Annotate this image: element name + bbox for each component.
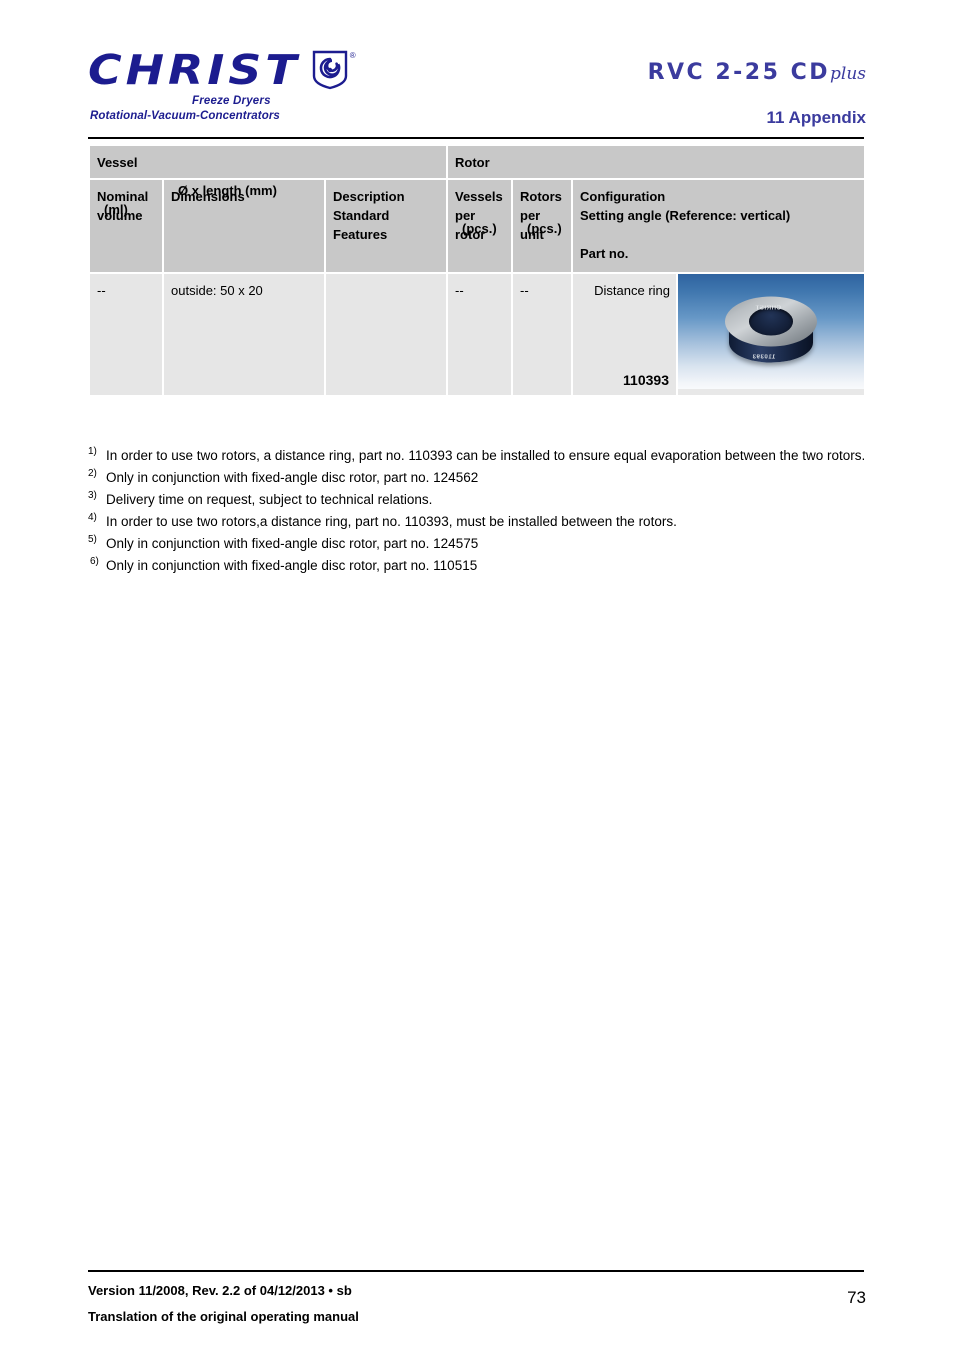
footnote-text: In order to use two rotors,a distance ri… [106, 514, 677, 529]
page-number: 73 [847, 1288, 866, 1307]
ring-engraving-part-no: 110393 [752, 354, 776, 361]
table-row: -- outside: 50 x 20 -- -- Distance ring … [90, 274, 865, 395]
footnote-item: 5) Only in conjunction with fixed-angle … [88, 534, 868, 553]
cell-configuration: Distance ring 110393 [573, 274, 676, 395]
logo-tagline-rotational-vacuum-concentrators: Rotational-Vacuum-Concentrators [90, 110, 280, 122]
column-header-line: Rotors [520, 189, 562, 204]
column-header-line: Description [333, 189, 405, 204]
footer-version-line: Version 11/2008, Rev. 2.2 of 04/12/2013 … [88, 1283, 352, 1298]
footnote-marker: 4) [88, 512, 97, 523]
footnote-item: 4) In order to use two rotors,a distance… [88, 512, 868, 531]
christ-logo: CHRIST ® Freeze Dryers Rotational-Vacuum… [88, 48, 418, 128]
specification-table: Vessel Rotor Nominal volume (ml) Dimensi… [88, 144, 866, 397]
header-divider [88, 137, 864, 139]
footnote-item: 3) Delivery time on request, subject to … [88, 490, 868, 509]
footnote-text: Only in conjunction with fixed-angle dis… [106, 470, 479, 485]
column-header-line: Part no. [580, 246, 629, 261]
footnote-item: 1) In order to use two rotors, a distanc… [88, 446, 868, 465]
footnote-item: 6) Only in conjunction with fixed-angle … [88, 556, 868, 575]
footnotes-list: 1) In order to use two rotors, a distanc… [88, 446, 868, 579]
table-group-header-row: Vessel Rotor [90, 146, 865, 178]
logo-wordmark-text: CHRIST [88, 46, 301, 94]
group-header-vessel: Vessel [90, 146, 446, 178]
part-number: 110393 [623, 372, 669, 388]
page-header: CHRIST ® Freeze Dryers Rotational-Vacuum… [0, 0, 954, 139]
column-header-unit: (ml) [104, 202, 128, 217]
column-header-description: Description Standard Features [326, 180, 446, 272]
column-header-unit: (pcs.) [527, 221, 562, 236]
column-header-unit: Ø x length (mm) [178, 183, 277, 198]
footer-divider [88, 1270, 864, 1272]
cell-nominal-volume: -- [90, 274, 162, 395]
footnote-marker: 5) [88, 534, 97, 545]
group-header-rotor: Rotor [448, 146, 865, 178]
cell-product-image: CHRIST 110393 [678, 274, 865, 395]
column-header-dimensions: Dimensions Ø x length (mm) [164, 180, 324, 272]
footnote-marker: 1) [88, 446, 97, 457]
distance-ring-shape: CHRIST 110393 [725, 296, 818, 370]
christ-shield-emblem-icon: ® [312, 50, 356, 95]
column-header-nominal-volume: Nominal volume (ml) [90, 180, 162, 272]
footer-text-block: Version 11/2008, Rev. 2.2 of 04/12/2013 … [88, 1278, 359, 1330]
column-header-line: Vessels [455, 189, 503, 204]
column-header-line: Standard [333, 208, 390, 223]
model-name-suffix: plus [830, 64, 866, 84]
footnote-marker: 2) [88, 468, 97, 479]
registered-trademark-icon: ® [349, 51, 356, 60]
configuration-label: Distance ring [594, 283, 670, 298]
column-header-configuration: Configuration Setting angle (Reference: … [573, 180, 865, 272]
model-name-main: RVC 2-25 CD [647, 60, 830, 85]
footnote-item: 2) Only in conjunction with fixed-angle … [88, 468, 868, 487]
column-header-line: Features [333, 227, 388, 242]
cell-rotors-per-unit: -- [513, 274, 571, 395]
column-header-vessels-per-rotor: Vessels per rotor (pcs.) [448, 180, 511, 272]
column-header-unit: (pcs.) [462, 221, 497, 236]
footnote-text: Only in conjunction with fixed-angle dis… [106, 558, 478, 573]
footer-translation-line: Translation of the original operating ma… [88, 1309, 359, 1324]
footnote-text: In order to use two rotors, a distance r… [106, 448, 866, 463]
logo-tagline-freeze-dryers: Freeze Dryers [192, 95, 271, 107]
cell-vessels-per-rotor: -- [448, 274, 511, 395]
model-name: RVC 2-25 CDplus [648, 60, 866, 85]
table-column-header-row: Nominal volume (ml) Dimensions Ø x lengt… [90, 180, 865, 272]
footnote-text: Only in conjunction with fixed-angle dis… [106, 536, 479, 551]
column-header-line: Configuration [580, 189, 666, 204]
column-header-rotors-per-unit: Rotors per unit (pcs.) [513, 180, 571, 272]
footnote-text: Delivery time on request, subject to tec… [106, 492, 433, 507]
distance-ring-photo: CHRIST 110393 [678, 274, 865, 395]
ring-engraving-brand: CHRIST [755, 305, 781, 312]
photo-bottom-strip [678, 389, 865, 395]
footnote-marker: 6) [90, 556, 99, 567]
logo-wordmark-row: CHRIST ® [88, 48, 418, 95]
cell-dimensions: outside: 50 x 20 [164, 274, 324, 395]
cell-description [326, 274, 446, 395]
column-header-line: Setting angle (Reference: vertical) [580, 208, 791, 223]
footnote-marker: 3) [88, 490, 97, 501]
chapter-title: 11 Appendix [766, 108, 866, 127]
